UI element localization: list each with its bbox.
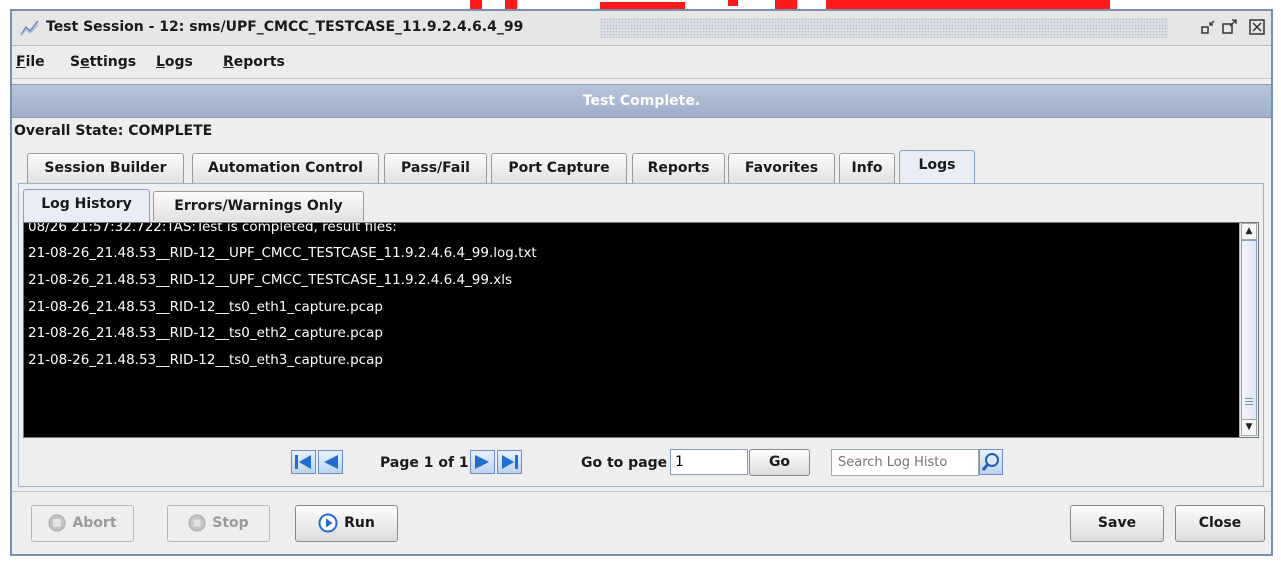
run-label: Run	[344, 515, 375, 531]
log-line: 21-08-26_21.48.53__RID-12__UPF_CMCC_TEST…	[28, 245, 537, 261]
log-history-text-area[interactable]: 08/26 21:57:32.722:TAS:Test is completed…	[23, 222, 1259, 438]
scroll-up-icon[interactable]: ▲	[1241, 223, 1257, 240]
next-page-button[interactable]	[470, 450, 495, 474]
search-icon	[981, 453, 999, 471]
status-banner: Test Complete.	[12, 84, 1271, 118]
first-page-icon	[295, 455, 311, 469]
close-window-icon[interactable]	[1248, 18, 1266, 36]
run-button[interactable]: Run	[295, 505, 398, 542]
play-icon	[318, 513, 338, 533]
log-line: 08/26 21:57:32.722:TAS:Test is completed…	[28, 222, 397, 235]
log-line: 21-08-26_21.48.53__RID-12__ts0_eth2_capt…	[28, 325, 383, 341]
abort-hand-icon	[48, 514, 66, 532]
next-page-icon	[475, 455, 489, 469]
page-indicator: Page 1 of 1	[380, 455, 469, 471]
chart-line-icon	[20, 20, 39, 36]
go-to-page-label: Go to page	[581, 455, 668, 471]
tab-port-capture[interactable]: Port Capture	[491, 153, 627, 183]
pagination-bar: Page 1 of 1 Go to page Go	[19, 446, 1263, 480]
go-to-page-input[interactable]	[670, 449, 748, 475]
subtab-errors-warnings[interactable]: Errors/Warnings Only	[153, 191, 364, 221]
log-line: 21-08-26_21.48.53__RID-12__ts0_eth1_capt…	[28, 299, 383, 315]
tab-logs[interactable]: Logs	[899, 150, 975, 184]
test-session-window: Test Session - 12: sms/UPF_CMCC_TESTCASE…	[10, 9, 1273, 556]
title-bar[interactable]: Test Session - 12: sms/UPF_CMCC_TESTCASE…	[12, 11, 1271, 46]
scrollbar-thumb[interactable]	[1241, 240, 1257, 420]
bottom-separator	[12, 491, 1271, 492]
last-page-button[interactable]	[497, 450, 522, 474]
go-button[interactable]: Go	[749, 449, 810, 476]
tab-pass-fail[interactable]: Pass/Fail	[384, 153, 487, 183]
first-page-button[interactable]	[291, 450, 316, 474]
stop-label: Stop	[212, 515, 249, 531]
abort-button[interactable]: Abort	[31, 505, 134, 542]
save-button[interactable]: Save	[1070, 505, 1164, 542]
tab-reports[interactable]: Reports	[632, 153, 725, 183]
last-page-icon	[502, 455, 518, 469]
menu-settings[interactable]: Settings	[70, 54, 136, 70]
search-log-input[interactable]	[831, 449, 979, 476]
log-line: 21-08-26_21.48.53__RID-12__ts0_eth3_capt…	[28, 352, 383, 368]
previous-page-button[interactable]	[318, 450, 343, 474]
menu-file[interactable]: File	[16, 54, 45, 70]
close-button[interactable]: Close	[1175, 505, 1265, 542]
log-line: 21-08-26_21.48.53__RID-12__UPF_CMCC_TEST…	[28, 272, 513, 288]
tab-info[interactable]: Info	[839, 153, 895, 183]
logs-tab-panel: Log History Errors/Warnings Only 08/26 2…	[18, 183, 1264, 487]
subtab-log-history[interactable]: Log History	[23, 189, 150, 222]
tab-favorites[interactable]: Favorites	[728, 153, 835, 183]
previous-page-icon	[324, 455, 338, 469]
menu-logs[interactable]: Logs	[156, 54, 193, 70]
stop-icon	[188, 514, 206, 532]
menu-bar: File Settings Logs Reports	[12, 46, 1271, 79]
tab-session-builder[interactable]: Session Builder	[27, 153, 184, 183]
vertical-scrollbar[interactable]: ▲ ▼	[1239, 223, 1258, 437]
red-annotation-overlay	[470, 0, 1110, 9]
overall-state: Overall State: COMPLETE	[14, 123, 213, 139]
scroll-down-icon[interactable]: ▼	[1241, 419, 1257, 436]
stop-button[interactable]: Stop	[167, 505, 270, 542]
minimize-icon[interactable]	[1199, 18, 1217, 36]
window-title: Test Session - 12: sms/UPF_CMCC_TESTCASE…	[46, 19, 524, 35]
title-bar-texture	[600, 18, 1168, 38]
menu-reports[interactable]: Reports	[223, 54, 285, 70]
abort-label: Abort	[72, 515, 117, 531]
maximize-icon[interactable]	[1221, 18, 1239, 36]
search-button[interactable]	[979, 449, 1003, 475]
tab-automation-control[interactable]: Automation Control	[192, 153, 379, 183]
